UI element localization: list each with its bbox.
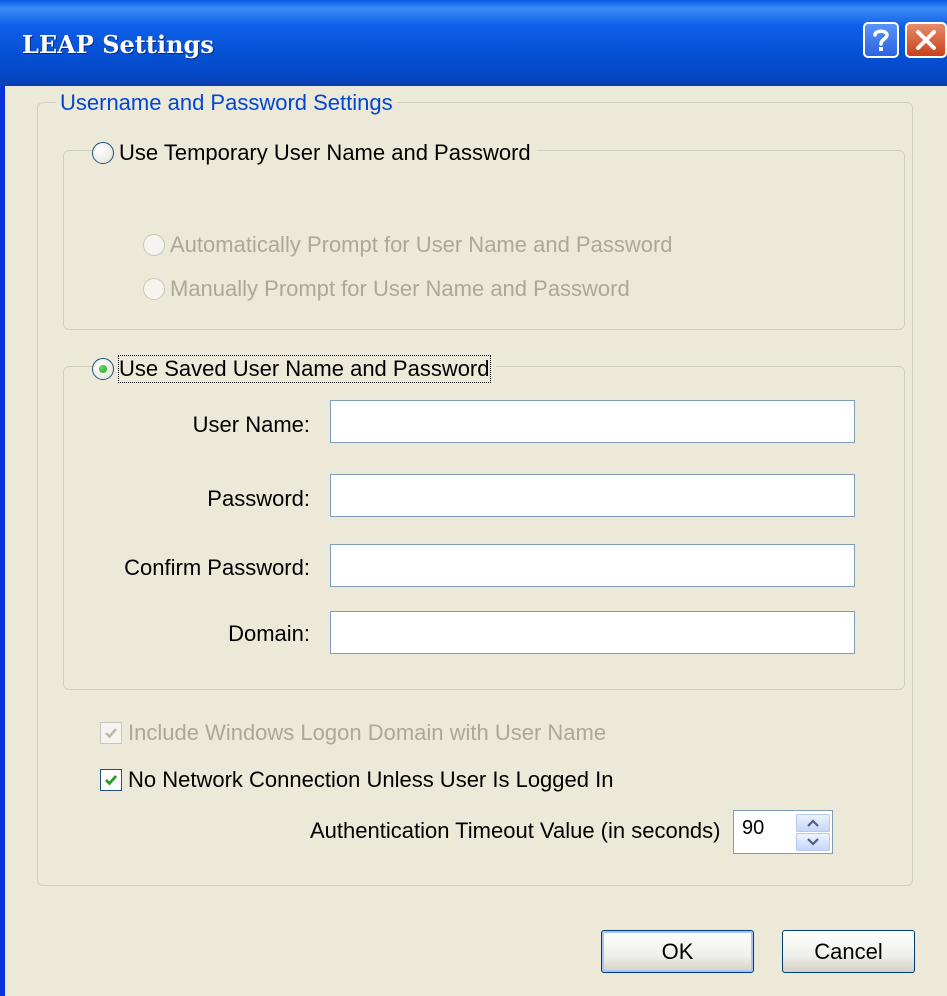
- close-x-icon: [916, 30, 936, 50]
- radio-auto-prompt: Automatically Prompt for User Name and P…: [143, 232, 679, 258]
- radio-manual-prompt: Manually Prompt for User Name and Passwo…: [143, 276, 636, 302]
- radio-circle: [143, 234, 165, 256]
- radio-label: Manually Prompt for User Name and Passwo…: [170, 276, 630, 301]
- question-mark-icon: [873, 29, 889, 51]
- user-name-label: User Name:: [192, 412, 310, 437]
- radio-circle[interactable]: [92, 358, 114, 380]
- confirm-password-input[interactable]: [330, 544, 855, 587]
- checkbox-include-logon-domain: Include Windows Logon Domain with User N…: [100, 720, 613, 746]
- radio-label: Use Temporary User Name and Password: [119, 140, 531, 165]
- arrow-up-icon: [807, 819, 819, 827]
- checkmark-icon: [105, 775, 118, 786]
- checkbox-label: Include Windows Logon Domain with User N…: [128, 720, 607, 745]
- checkbox-label: No Network Connection Unless User Is Log…: [128, 767, 614, 792]
- password-label: Password:: [207, 486, 310, 511]
- radio-use-temporary[interactable]: Use Temporary User Name and Password: [92, 140, 537, 166]
- window-title: LEAP Settings: [22, 30, 214, 59]
- cancel-button[interactable]: Cancel: [782, 930, 915, 973]
- radio-selected-dot: [99, 365, 107, 373]
- radio-use-saved[interactable]: Use Saved User Name and Password: [92, 355, 496, 383]
- title-bar[interactable]: LEAP Settings: [0, 0, 947, 86]
- checkbox-box: [100, 722, 122, 744]
- domain-input[interactable]: [330, 611, 855, 654]
- password-input[interactable]: [330, 474, 855, 517]
- leap-settings-dialog: LEAP Settings Username and Password Sett…: [0, 0, 947, 996]
- spinner-down-button[interactable]: [796, 833, 830, 851]
- arrow-down-icon: [807, 838, 819, 846]
- window-left-border: [0, 86, 5, 996]
- group-legend: Username and Password Settings: [56, 90, 397, 116]
- timeout-value-input[interactable]: 90: [733, 810, 793, 854]
- domain-label: Domain:: [228, 621, 310, 646]
- timeout-spinner: [793, 810, 833, 854]
- radio-circle: [143, 278, 165, 300]
- help-button[interactable]: [863, 22, 899, 58]
- timeout-label: Authentication Timeout Value (in seconds…: [310, 818, 721, 843]
- radio-circle[interactable]: [92, 142, 114, 164]
- radio-label: Use Saved User Name and Password: [118, 355, 491, 383]
- radio-label: Automatically Prompt for User Name and P…: [170, 232, 673, 257]
- confirm-password-label: Confirm Password:: [124, 555, 310, 580]
- ok-button[interactable]: OK: [601, 930, 754, 973]
- user-name-input[interactable]: [330, 400, 855, 443]
- checkmark-icon: [105, 728, 117, 739]
- spinner-up-button[interactable]: [796, 814, 830, 832]
- checkbox-no-network-connection[interactable]: No Network Connection Unless User Is Log…: [100, 767, 620, 793]
- checkbox-box[interactable]: [100, 769, 122, 791]
- close-button[interactable]: [905, 22, 947, 58]
